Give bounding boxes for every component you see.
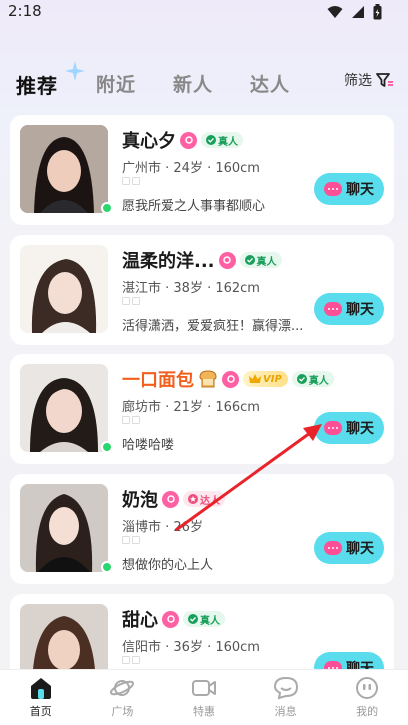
avatar[interactable] [20, 364, 108, 452]
user-bio: 愿我所爱之人事事都顺心 [122, 199, 266, 214]
name-row: 真心夕 真人 [122, 127, 243, 153]
name-row: 温柔的洋... 真人 [122, 247, 282, 273]
avatar[interactable] [20, 245, 108, 333]
top-tabs: 推荐 附近 新人 达人 筛选 [16, 61, 408, 104]
chat-bubble-icon [324, 421, 342, 435]
bread-emoji-icon [199, 370, 217, 388]
real-badge: 真人 [183, 611, 225, 627]
tab-talent[interactable]: 达人 [250, 70, 290, 97]
profile-icon [356, 677, 379, 699]
chat-bubble-icon [324, 541, 342, 555]
home-icon [30, 678, 51, 699]
crown-icon [249, 374, 261, 383]
nav-messages[interactable]: 消息 [256, 676, 316, 719]
user-card[interactable]: 真心夕 真人 广州市 · 24岁 · 160cm 愿我所爱之人事事都顺心 聊天 [10, 115, 394, 225]
chat-button[interactable]: 聊天 [314, 532, 384, 564]
tag-placeholder [122, 416, 140, 424]
sparkle-icon [65, 61, 85, 81]
user-info: 广州市 · 24岁 · 160cm [122, 161, 260, 176]
tag-placeholder [122, 177, 140, 185]
bottom-nav: 首页 广场 特惠 消息 我的 [0, 669, 408, 725]
tab-recommend[interactable]: 推荐 [16, 70, 58, 99]
chat-button[interactable]: 聊天 [314, 412, 384, 444]
female-icon [222, 370, 239, 388]
female-icon [162, 610, 179, 628]
name-row: 甜心 真人 [122, 606, 225, 632]
user-bio: 哈喽哈喽 [122, 438, 175, 453]
chat-button[interactable]: 聊天 [314, 293, 384, 325]
user-bio: 活得潇洒，爱爱疯狂！赢得漂... [122, 319, 304, 334]
user-card[interactable]: 奶泡 达人 淄博市 · 26岁 想做你的心上人 聊天 [10, 474, 394, 584]
user-name: 温柔的洋... [122, 251, 215, 272]
user-bio: 想做你的心上人 [122, 558, 214, 573]
verified-icon [206, 135, 216, 145]
tag-placeholder [122, 536, 140, 544]
female-icon [218, 251, 236, 269]
online-indicator [101, 202, 113, 214]
battery-icon [373, 4, 382, 20]
nav-square[interactable]: 广场 [92, 676, 152, 719]
real-badge: 真人 [291, 371, 334, 387]
verified-icon [296, 374, 307, 384]
tag-placeholder [122, 297, 140, 305]
avatar[interactable] [20, 484, 108, 572]
real-badge: 真人 [239, 252, 282, 268]
online-indicator [101, 441, 113, 453]
user-name: 奶泡 [122, 490, 158, 511]
user-info: 信阳市 · 36岁 · 160cm [122, 640, 260, 655]
female-icon [162, 490, 179, 508]
signal-icon [352, 6, 364, 18]
tag-placeholder [122, 656, 140, 664]
chat-bubble-icon [324, 182, 342, 196]
online-indicator [101, 561, 113, 573]
filter-button[interactable]: 筛选 [344, 70, 394, 90]
chat-button[interactable]: 聊天 [314, 173, 384, 205]
name-row: 一口面包 VIP 真人 [122, 366, 334, 392]
video-icon [191, 680, 216, 696]
filter-label: 筛选 [344, 73, 372, 89]
tab-nearby[interactable]: 附近 [96, 70, 136, 97]
nav-deals[interactable]: 特惠 [174, 676, 234, 719]
verified-icon [244, 255, 255, 265]
chat-bubble-icon [324, 302, 342, 316]
status-time: 2:18 [8, 2, 42, 20]
user-name: 真心夕 [122, 131, 176, 152]
user-name: 一口面包 [122, 370, 194, 391]
user-card[interactable]: 一口面包 VIP 真人 廊坊市 · 21岁 · 166cm 哈喽哈喽 聊天 [10, 354, 394, 464]
nav-profile[interactable]: 我的 [337, 676, 397, 719]
wifi-icon [327, 6, 343, 18]
message-icon [273, 676, 298, 700]
avatar[interactable] [20, 125, 108, 213]
user-info: 廊坊市 · 21岁 · 166cm [122, 400, 260, 415]
user-name: 甜心 [122, 610, 158, 631]
talent-badge: 达人 [183, 491, 225, 507]
status-icons [327, 4, 382, 20]
planet-icon [110, 680, 135, 696]
verified-icon [188, 614, 198, 624]
filter-icon [376, 73, 393, 87]
user-card[interactable]: 温柔的洋... 真人 湛江市 · 38岁 · 162cm 活得潇洒，爱爱疯狂！赢… [10, 235, 394, 345]
tab-new[interactable]: 新人 [173, 70, 213, 97]
vip-badge: VIP [243, 371, 288, 387]
status-bar: 2:18 [0, 0, 408, 24]
name-row: 奶泡 达人 [122, 486, 225, 512]
star-icon [188, 494, 198, 504]
user-info: 湛江市 · 38岁 · 162cm [122, 281, 260, 296]
nav-home[interactable]: 首页 [11, 676, 71, 719]
female-icon [180, 131, 197, 149]
real-badge: 真人 [201, 132, 243, 148]
user-info: 淄博市 · 26岁 [122, 520, 203, 535]
